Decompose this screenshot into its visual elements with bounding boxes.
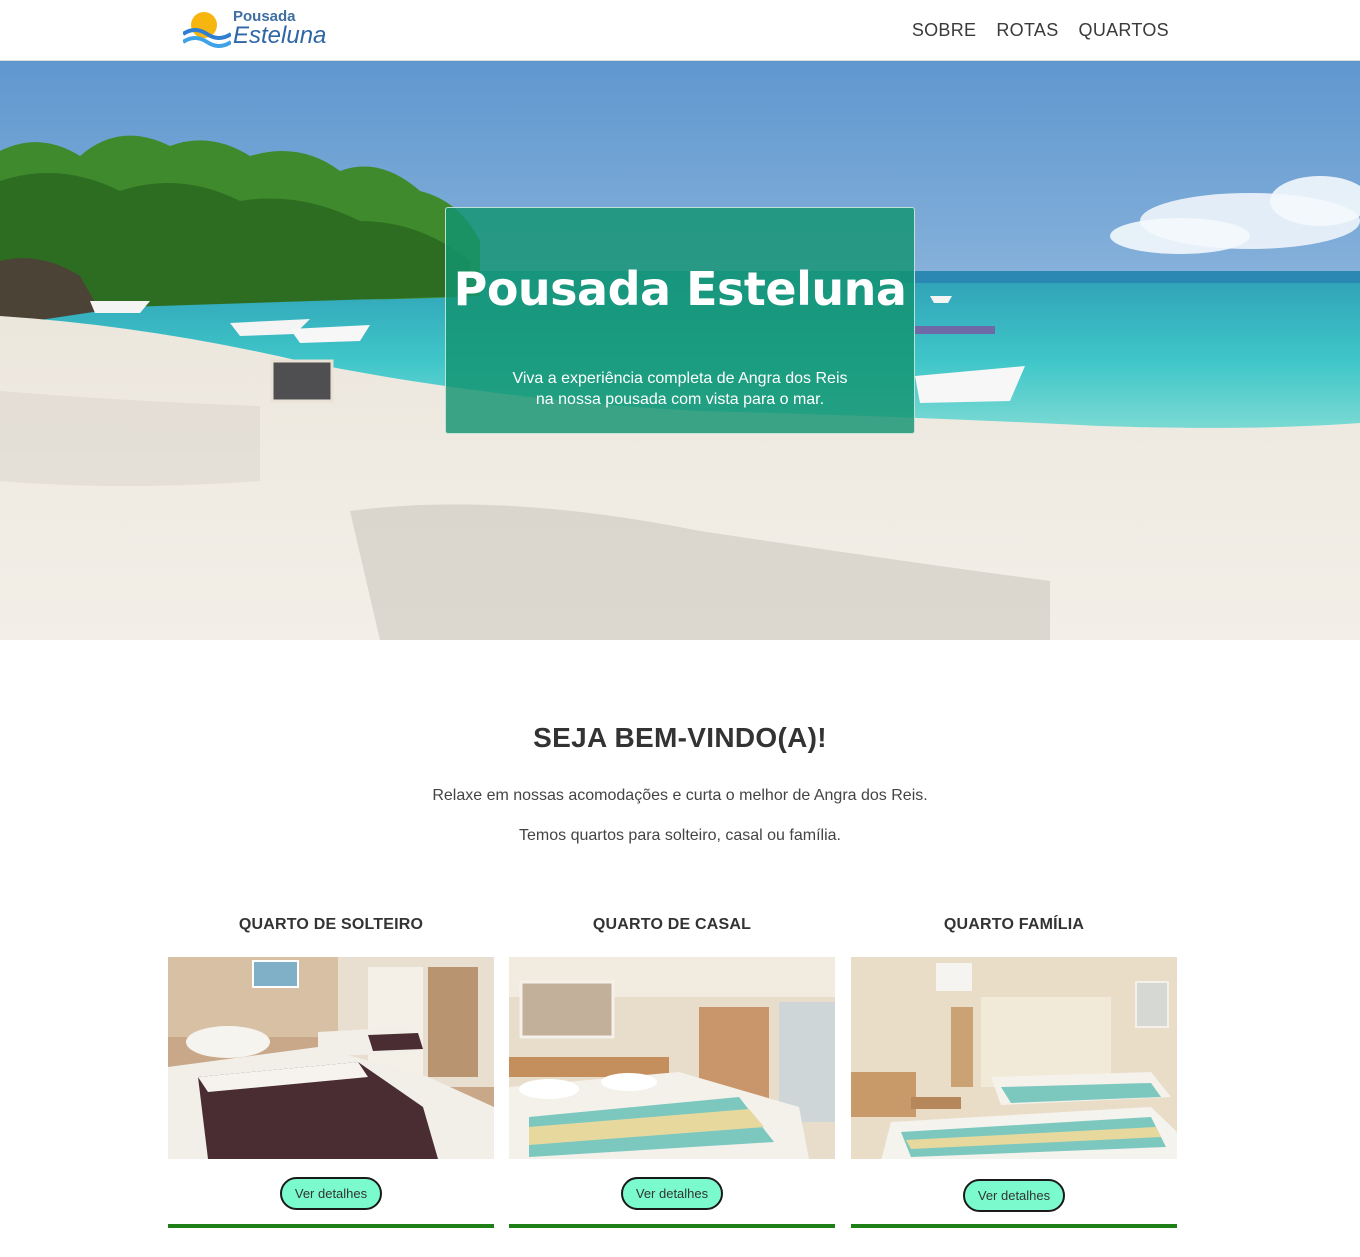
- brand-logo[interactable]: Pousada Esteluna: [183, 8, 343, 52]
- hero-card: Pousada Esteluna Viva a experiência comp…: [445, 207, 915, 434]
- room-photo-casal: [509, 957, 835, 1159]
- room-title: QUARTO DE CASAL: [592, 916, 752, 933]
- room-underline: [168, 1224, 494, 1228]
- room-card-familia: QUARTO FAMÍLIA Ver detalhes: [851, 916, 1177, 1230]
- ver-detalhes-button[interactable]: Ver detalhes: [280, 1177, 382, 1210]
- room-underline: [509, 1224, 835, 1228]
- hero-banner: Pousada Esteluna Viva a experiência comp…: [0, 61, 1360, 640]
- brand-main-text: Esteluna: [233, 22, 327, 49]
- room-title: QUARTO DE SOLTEIRO: [238, 916, 424, 933]
- room-photo-familia: [851, 957, 1177, 1159]
- site-header: Pousada Esteluna SOBRE ROTAS QUARTOS: [0, 0, 1360, 61]
- room-card-casal: QUARTO DE CASAL Ver detalhes: [509, 916, 835, 1230]
- nav-quartos[interactable]: QUARTOS: [1079, 20, 1169, 41]
- waves-icon: [183, 28, 231, 48]
- welcome-paragraph-2: Temos quartos para solteiro, casal ou fa…: [519, 827, 841, 844]
- hero-title: Pousada Esteluna: [453, 262, 907, 316]
- ver-detalhes-button[interactable]: Ver detalhes: [621, 1177, 723, 1210]
- room-underline: [851, 1224, 1177, 1228]
- hero-subtitle-line2: na nossa pousada com vista para o mar.: [535, 391, 825, 408]
- welcome-title: SEJA BEM-VINDO(A)!: [533, 722, 827, 753]
- ver-detalhes-button[interactable]: Ver detalhes: [963, 1179, 1065, 1212]
- welcome-paragraph-1: Relaxe em nossas acomodações e curta o m…: [432, 787, 928, 804]
- nav-sobre[interactable]: SOBRE: [912, 20, 977, 41]
- hero-subtitle-line1: Viva a experiência completa de Angra dos…: [512, 370, 848, 387]
- room-title: QUARTO FAMÍLIA: [943, 916, 1085, 933]
- main-nav: SOBRE ROTAS QUARTOS: [912, 20, 1169, 41]
- room-photo-solteiro: [168, 957, 494, 1159]
- room-card-solteiro: QUARTO DE SOLTEIRO Ver detalhes: [168, 916, 494, 1230]
- nav-rotas[interactable]: ROTAS: [996, 20, 1058, 41]
- hero-subtitle: Viva a experiência completa de Angra dos…: [446, 368, 914, 410]
